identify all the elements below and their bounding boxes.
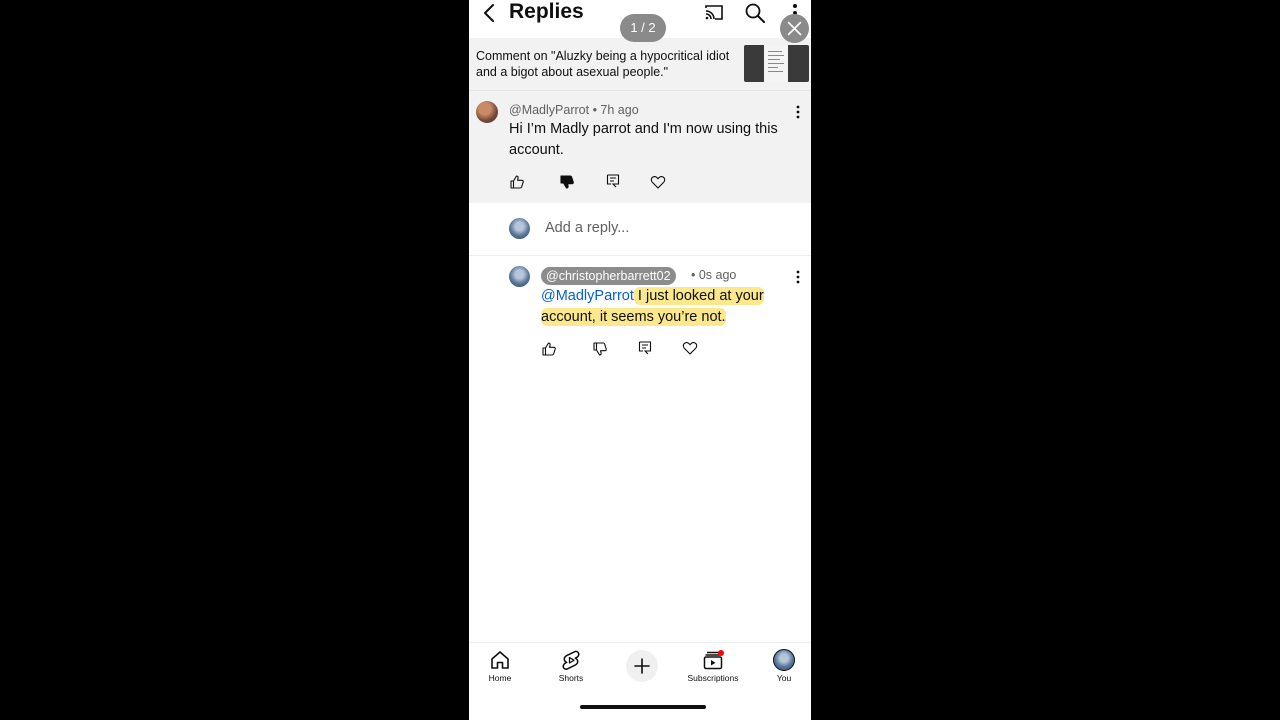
comment-text: Hi I’m Madly parrot and I'm now using th… — [509, 121, 778, 158]
search-icon[interactable] — [744, 2, 766, 24]
context-text: Comment on "Aluzky being a hypocritical … — [476, 49, 730, 79]
heart-icon[interactable] — [650, 174, 666, 190]
reply-author[interactable]: @christopherbarrett02 — [541, 267, 676, 285]
reply-icon[interactable] — [605, 173, 621, 189]
comment-menu-icon[interactable] — [795, 270, 801, 284]
home-icon — [491, 651, 509, 669]
comment-menu-icon[interactable] — [795, 105, 801, 119]
create-button[interactable] — [626, 650, 658, 682]
back-arrow-icon[interactable] — [479, 2, 501, 24]
comment-time: • 7h ago — [592, 103, 639, 117]
avatar[interactable] — [476, 101, 498, 123]
like-icon[interactable] — [509, 174, 525, 190]
reply-time: • 0s ago — [691, 268, 737, 282]
close-icon — [787, 21, 802, 36]
like-icon[interactable] — [541, 341, 557, 357]
reply-icon[interactable] — [637, 340, 653, 356]
nav-shorts[interactable]: Shorts — [541, 649, 601, 683]
close-button[interactable] — [780, 14, 809, 43]
home-indicator — [580, 705, 706, 709]
phone-screen: Replies Comment on "Aluzky being a hypoc… — [469, 0, 811, 720]
reply-text: @MadlyParrot I just looked at your accou… — [541, 286, 791, 328]
video-thumbnail[interactable] — [744, 45, 809, 82]
avatar[interactable] — [509, 266, 530, 287]
nav-subscriptions[interactable]: Subscriptions — [683, 649, 743, 683]
reply-input[interactable]: Add a reply... — [469, 203, 811, 256]
comment-meta: @MadlyParrot • 7h ago — [509, 103, 639, 117]
cast-icon[interactable] — [703, 2, 725, 24]
nav-label: Shorts — [558, 673, 584, 683]
nav-label: You — [776, 673, 792, 683]
dislike-filled-icon[interactable] — [559, 174, 575, 190]
plus-icon — [634, 658, 650, 674]
page-indicator: 1 / 2 — [620, 14, 666, 42]
parent-comment: @MadlyParrot • 7h ago Hi I’m Madly parro… — [469, 91, 811, 203]
heart-icon[interactable] — [682, 340, 698, 356]
shorts-icon — [562, 650, 580, 670]
nav-you[interactable]: You — [754, 649, 811, 683]
nav-home[interactable]: Home — [470, 649, 530, 683]
comment-context-bar[interactable]: Comment on "Aluzky being a hypocritical … — [469, 38, 811, 91]
nav-label: Home — [488, 673, 512, 683]
reply-placeholder[interactable]: Add a reply... — [545, 220, 629, 236]
page-title: Replies — [509, 0, 584, 23]
nav-label: Subscriptions — [687, 673, 739, 683]
subscriptions-icon — [703, 650, 724, 670]
avatar — [509, 218, 530, 239]
avatar — [773, 649, 795, 671]
mention-link[interactable]: @MadlyParrot — [541, 288, 634, 304]
dislike-icon[interactable] — [592, 341, 608, 357]
comment-author[interactable]: @MadlyParrot — [509, 103, 589, 117]
